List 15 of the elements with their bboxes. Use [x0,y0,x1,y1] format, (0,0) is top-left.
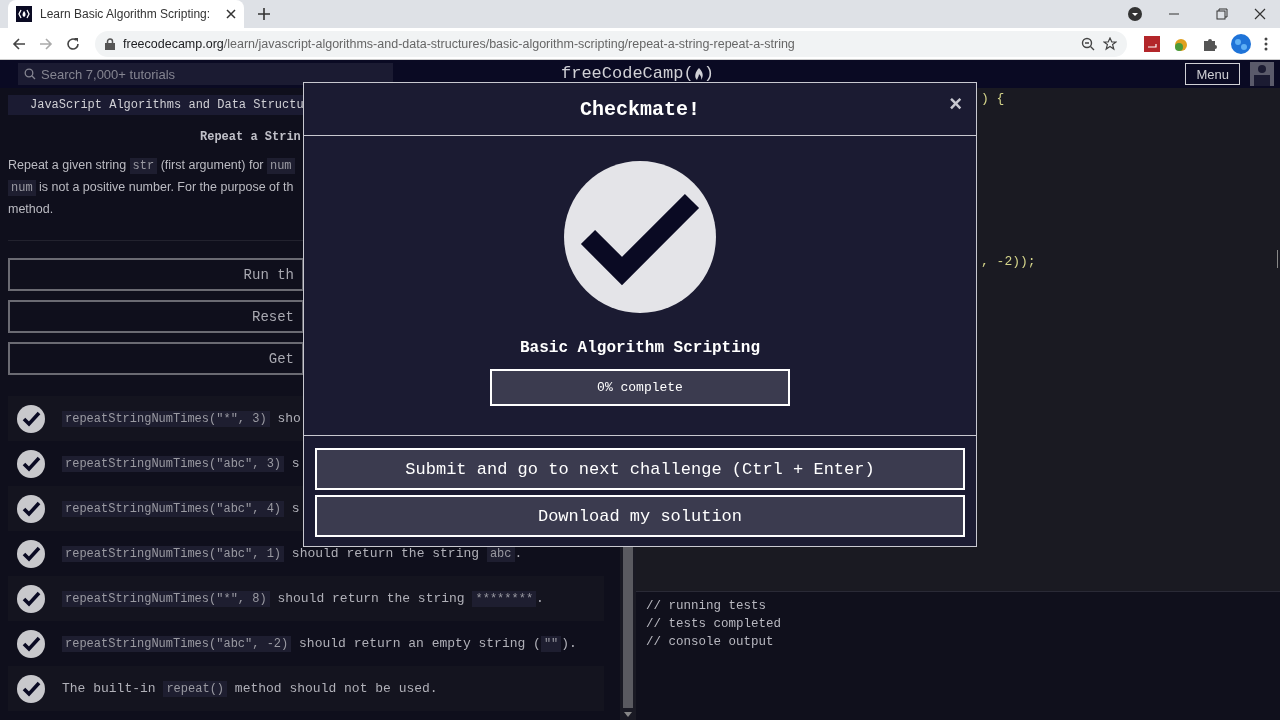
challenge-title: Repeat a Strin [200,130,302,144]
code-line: , -2)); [981,254,1036,271]
code-line: ) { [981,91,1005,108]
dialog-title: Checkmate! [580,97,700,121]
test-description: repeatStringNumTimes("abc", -2) should return an empty string ( "" ). [62,636,577,651]
progress-label: 0% complete [597,380,683,395]
test-description: repeatStringNumTimes("*", 8) should return the string ******** . [62,591,544,606]
test-description: The built-in repeat() method should not be used. [62,681,438,696]
test-description: repeatStringNumTimes("abc", 4) s [62,501,300,516]
test-description: repeatStringNumTimes("abc", 3) s [62,456,300,471]
console-line: // running tests [646,598,768,615]
console-line: // tests completed [646,616,783,633]
block-title: Basic Algorithm Scripting [519,339,760,357]
test-description: repeatStringNumTimes("*", 3) sho [62,411,301,426]
console-line: // console output [646,634,775,651]
